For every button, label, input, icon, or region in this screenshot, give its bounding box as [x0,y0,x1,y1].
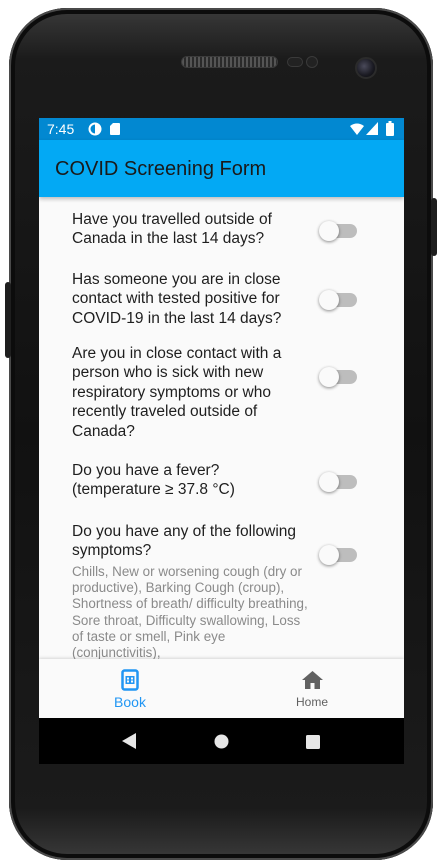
question-symptoms: Do you have any of the following symptom… [72,522,312,659]
status-time: 7:45 [47,121,75,137]
front-sensor [306,56,318,68]
question-close-contact-text: Has someone you are in close contact wit… [72,271,282,327]
question-travel-toggle[interactable] [319,221,357,241]
back-icon[interactable] [122,733,136,749]
volume-button [5,282,11,358]
recents-icon[interactable] [306,735,320,749]
front-camera [355,57,377,79]
question-sick-contact-toggle[interactable] [319,367,357,387]
home-circle-icon[interactable] [214,734,229,749]
book-calendar-icon [121,669,139,691]
nav-item-book[interactable]: Book [39,659,221,718]
nav-label-book: Book [114,694,146,710]
app-bar: COVID Screening Form [39,140,404,197]
page-title: COVID Screening Form [55,158,267,180]
nav-label-home: Home [295,695,328,709]
screening-question-list[interactable]: Have you travelled outside of Canada in … [39,197,404,659]
nav-item-home[interactable]: Home [221,659,403,718]
home-icon [302,671,323,689]
question-symptoms-text: Do you have any of the following symptom… [72,523,297,560]
status-bar: 7:45 [39,118,404,140]
question-symptoms-toggle[interactable] [319,545,357,565]
question-fever-text: Do you have a fever? (temperature ≥ 37.8… [72,462,235,499]
cell-signal-icon [366,122,378,135]
proximity-sensor [287,57,303,67]
battery-icon [386,121,394,136]
question-fever-toggle[interactable] [319,472,357,492]
app-screen: 7:45 COVID Screening Form Have you trave… [39,118,404,718]
power-button [431,198,437,256]
wifi-icon [350,123,364,135]
question-close-contact-toggle[interactable] [319,290,357,310]
system-navigation-bar [39,718,404,764]
sd-card-icon [110,123,120,135]
earpiece-speaker [181,56,278,68]
question-symptoms-detail: Chills, New or worsening cough (dry or p… [72,563,308,659]
question-travel-text: Have you travelled outside of Canada in … [72,211,272,248]
data-saver-icon [88,122,102,136]
question-sick-contact-text: Are you in close contact with a person w… [72,345,282,440]
bottom-navigation: Book Home [39,659,404,718]
